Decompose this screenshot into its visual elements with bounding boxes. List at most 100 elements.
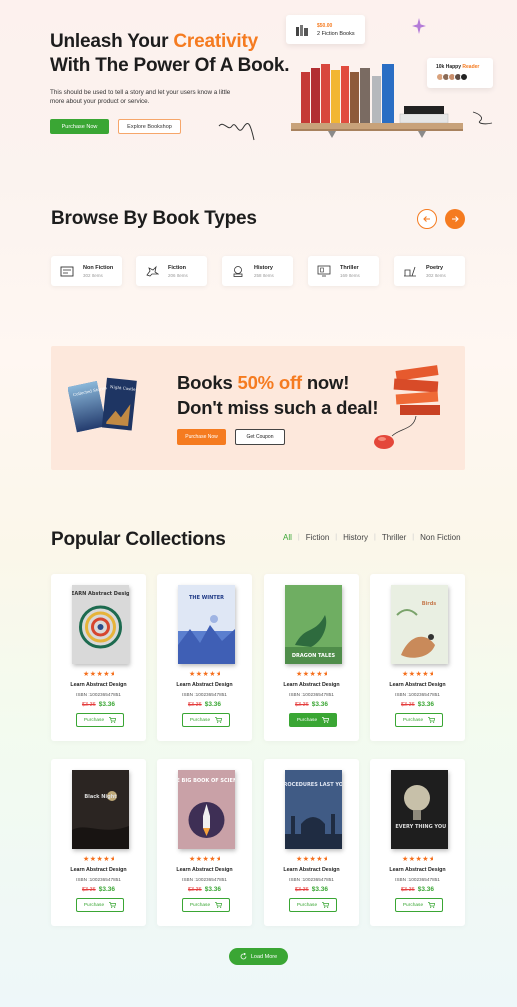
books-stack-icon	[296, 24, 308, 36]
cart-icon	[428, 902, 436, 908]
book-isbn: ISBN :100236547851	[182, 877, 227, 882]
load-more-button[interactable]: Load More	[229, 948, 288, 965]
book-type-fiction[interactable]: Fiction 206 Items	[136, 256, 207, 286]
book-cover-text: EVERY THING YOU NEVER	[395, 824, 448, 830]
purchase-button[interactable]: Purchase	[76, 713, 124, 727]
purchase-button[interactable]: Purchase	[182, 713, 230, 727]
purchase-label: Purchase	[83, 902, 105, 908]
book-price: $3.36 $3.36	[264, 701, 359, 708]
book-title: Learn Abstract Design	[70, 867, 127, 873]
collections-title: Popular Collections	[51, 529, 226, 550]
type-name: Thriller	[340, 264, 359, 271]
book-cover[interactable]: THE WINTER	[178, 585, 235, 664]
badge-price: $50.00	[317, 22, 333, 29]
badge-books-label: 2 Fiction Books	[317, 30, 355, 37]
cart-icon	[322, 902, 330, 908]
purchase-label: Purchase	[189, 717, 211, 723]
old-price: $3.36	[81, 887, 96, 893]
book-type-thriller[interactable]: Thriller 169 Items	[308, 256, 379, 286]
book-card[interactable]: PROCEDURES LAST YOU ★★★★★ Learn Abstract D…	[264, 759, 359, 926]
purchase-label: Purchase	[296, 717, 318, 723]
book-cover[interactable]: Birds	[391, 585, 448, 664]
purchase-button[interactable]: Purchase	[289, 713, 337, 727]
book-isbn: ISBN :100236547851	[395, 877, 440, 882]
purchase-button[interactable]: Purchase	[289, 898, 337, 912]
book-title: Learn Abstract Design	[176, 867, 233, 873]
cart-icon	[109, 902, 117, 908]
book-cover[interactable]: DRAGON TALES	[285, 585, 342, 664]
old-price: $3.36	[294, 702, 309, 708]
book-cover[interactable]: PROCEDURES LAST YOU	[285, 770, 342, 849]
book-isbn: ISBN :100236547851	[76, 877, 121, 882]
promo-coupon-button[interactable]: Get Coupon	[235, 429, 285, 445]
hero-explore-button[interactable]: Explore Bookshop	[118, 119, 181, 134]
book-isbn: ISBN :100236547851	[289, 692, 334, 697]
filter-separator: |	[297, 534, 300, 541]
purchase-button[interactable]: Purchase	[395, 713, 443, 727]
cart-icon	[215, 902, 223, 908]
new-price: $3.36	[417, 886, 435, 893]
book-type-poetry[interactable]: Poetry 302 Items	[394, 256, 465, 286]
cart-icon	[428, 717, 436, 723]
purchase-button[interactable]: Purchase	[182, 898, 230, 912]
book-card[interactable]: THE BIG BOOK OF SCIENCE ★★★★★ Learn Abstra…	[157, 759, 252, 926]
next-arrow-button[interactable]	[445, 209, 465, 229]
hero-purchase-button[interactable]: Purchase Now	[50, 119, 109, 134]
filter-thriller[interactable]: Thriller	[382, 533, 406, 542]
book-type-history[interactable]: History 258 Items	[222, 256, 293, 286]
book-price: $3.36 $3.36	[370, 886, 465, 893]
load-more-label: Load More	[250, 953, 278, 960]
book-card[interactable]: THE WINTER ★★★★★ Learn Abstract Design ISBN…	[157, 574, 252, 741]
book-card[interactable]: EVERY THING YOU NEVER ★★★★★ Learn Abstract…	[370, 759, 465, 926]
book-title: Learn Abstract Design	[283, 682, 340, 688]
book-title: Learn Abstract Design	[389, 867, 446, 873]
filter-all[interactable]: All	[283, 533, 292, 542]
book-cover-text: Black Night	[84, 794, 117, 800]
filter-separator: |	[335, 534, 338, 541]
type-count: 302 Items	[426, 272, 446, 278]
promo-books-mouse-illustration	[374, 365, 440, 449]
filter-history[interactable]: History	[343, 533, 368, 542]
purchase-button[interactable]: Purchase	[76, 898, 124, 912]
quill-book-icon	[404, 266, 416, 277]
book-title: Learn Abstract Design	[176, 682, 233, 688]
book-cover-text: Birds	[422, 601, 437, 607]
arrow-left-icon	[423, 216, 430, 222]
filter-non-fiction[interactable]: Non Fiction	[420, 533, 460, 542]
book-card[interactable]: DRAGON TALES ★★★★★ Learn Abstract Design IS…	[264, 574, 359, 741]
arrow-right-icon	[452, 216, 459, 222]
rating-stars: ★★★★★	[188, 671, 221, 678]
purchase-button[interactable]: Purchase	[395, 898, 443, 912]
purchase-label: Purchase	[402, 717, 424, 723]
old-price: $3.36	[400, 702, 415, 708]
book-cover[interactable]: EVERY THING YOU NEVER	[391, 770, 448, 849]
book-cover[interactable]: LEARN Abstract Design	[72, 585, 129, 664]
book-title: Learn Abstract Design	[389, 682, 446, 688]
collection-filters: All | Fiction | History | Thriller | Non Fic…	[283, 533, 461, 542]
book-cover-text: LEARN Abstract Design	[72, 591, 129, 597]
book-cover[interactable]: Black Night	[72, 770, 129, 849]
prev-arrow-button[interactable]	[417, 209, 437, 229]
old-price: $3.36	[81, 702, 96, 708]
book-card[interactable]: Birds ★★★★★ Learn Abstract Design ISBN :100…	[370, 574, 465, 741]
hero-title-part1: Unleash Your	[50, 31, 174, 52]
book-price: $3.36 $3.36	[264, 886, 359, 893]
type-count: 302 Items	[83, 272, 103, 278]
type-count: 258 Items	[254, 272, 274, 278]
promo-purchase-button[interactable]: Purchase Now	[177, 429, 226, 445]
book-card[interactable]: Black Night ★★★★★ Learn Abstract Design ISB…	[51, 759, 146, 926]
hero-description: This should be used to tell a story and …	[50, 89, 231, 105]
book-cover[interactable]: THE BIG BOOK OF SCIENCE	[178, 770, 235, 849]
globe-book-icon	[233, 266, 243, 277]
cart-icon	[109, 717, 117, 723]
filter-fiction[interactable]: Fiction	[306, 533, 330, 542]
promo-title: Books 50% off now! Don't miss such a dea…	[177, 370, 378, 420]
book-card[interactable]: LEARN Abstract Design ★★★★★ Learn Abstract…	[51, 574, 146, 741]
book-type-non-fiction[interactable]: Non Fiction 302 Items	[51, 256, 122, 286]
purchase-label: Purchase	[402, 902, 424, 908]
squiggle-doodle-icon	[218, 123, 255, 141]
rating-stars: ★★★★★	[82, 856, 115, 863]
book-cover-text: DRAGON TALES	[292, 653, 336, 659]
purchase-label: Purchase	[83, 717, 105, 723]
new-price: $3.36	[98, 886, 116, 893]
